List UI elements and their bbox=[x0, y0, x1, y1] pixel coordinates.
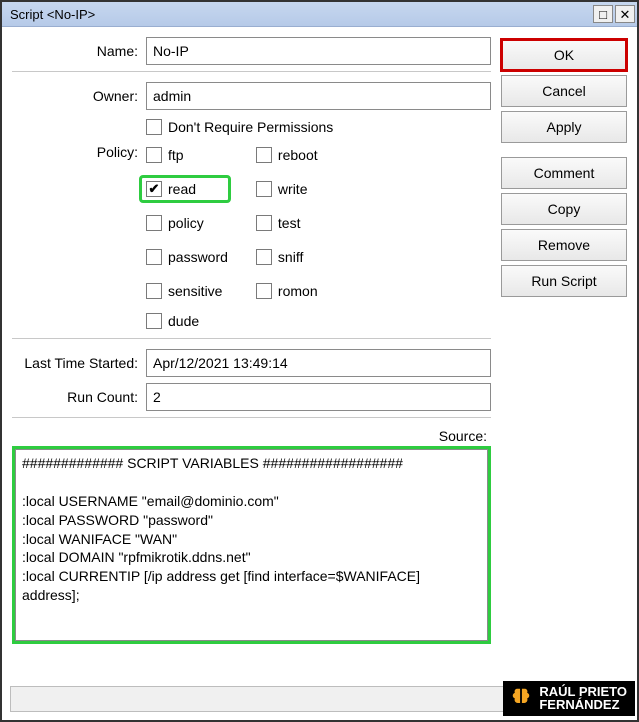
last-started-label: Last Time Started: bbox=[12, 355, 146, 371]
comment-button-label: Comment bbox=[534, 165, 595, 181]
owner-label: Owner: bbox=[12, 88, 146, 104]
remove-button-label: Remove bbox=[538, 237, 590, 253]
run-count-input bbox=[146, 383, 491, 411]
run-script-button-label: Run Script bbox=[531, 273, 596, 289]
source-highlight bbox=[12, 446, 491, 644]
button-gap bbox=[501, 147, 627, 153]
source-textarea[interactable] bbox=[15, 449, 488, 641]
checkbox-icon bbox=[256, 147, 272, 163]
run-count-label: Run Count: bbox=[12, 389, 146, 405]
checkbox-icon: ✔ bbox=[146, 181, 162, 197]
checkbox-icon bbox=[256, 283, 272, 299]
policy-label: Policy: bbox=[12, 144, 146, 302]
titlebar: Script <No-IP> □ ✕ bbox=[2, 2, 637, 27]
cancel-button[interactable]: Cancel bbox=[501, 75, 627, 107]
copy-button[interactable]: Copy bbox=[501, 193, 627, 225]
ok-button-label: OK bbox=[554, 47, 574, 63]
run-script-button[interactable]: Run Script bbox=[501, 265, 627, 297]
name-input[interactable] bbox=[146, 37, 491, 65]
brain-icon bbox=[509, 686, 533, 711]
policy-write-checkbox[interactable]: write bbox=[256, 178, 318, 200]
close-button[interactable]: ✕ bbox=[615, 5, 635, 23]
policy-policy-label: policy bbox=[168, 215, 204, 231]
policy-test-checkbox[interactable]: test bbox=[256, 212, 318, 234]
dont-require-permissions-checkbox[interactable]: Don't Require Permissions bbox=[146, 116, 333, 138]
divider bbox=[12, 71, 491, 72]
policy-sensitive-label: sensitive bbox=[168, 283, 222, 299]
dont-require-permissions-label: Don't Require Permissions bbox=[168, 119, 333, 135]
policy-policy-checkbox[interactable]: policy bbox=[146, 212, 228, 234]
policy-read-label: read bbox=[168, 181, 196, 197]
policy-romon-checkbox[interactable]: romon bbox=[256, 280, 318, 302]
copy-button-label: Copy bbox=[548, 201, 581, 217]
checkbox-icon bbox=[256, 215, 272, 231]
divider bbox=[12, 338, 491, 339]
policy-ftp-label: ftp bbox=[168, 147, 184, 163]
minimize-icon: □ bbox=[599, 8, 607, 21]
checkbox-icon bbox=[146, 283, 162, 299]
policy-write-label: write bbox=[278, 181, 308, 197]
policy-dude-label: dude bbox=[168, 313, 199, 329]
checkbox-icon bbox=[146, 147, 162, 163]
checkbox-icon bbox=[146, 215, 162, 231]
watermark-line1: RAÚL PRIETO bbox=[539, 685, 627, 699]
policy-reboot-checkbox[interactable]: reboot bbox=[256, 144, 318, 166]
policy-dude-checkbox[interactable]: dude bbox=[146, 310, 199, 332]
policy-romon-label: romon bbox=[278, 283, 318, 299]
policy-sniff-checkbox[interactable]: sniff bbox=[256, 246, 318, 268]
checkbox-icon bbox=[256, 181, 272, 197]
policy-reboot-label: reboot bbox=[278, 147, 318, 163]
checkbox-icon bbox=[146, 249, 162, 265]
comment-button[interactable]: Comment bbox=[501, 157, 627, 189]
policy-sensitive-checkbox[interactable]: sensitive bbox=[146, 280, 228, 302]
window-title: Script <No-IP> bbox=[10, 7, 95, 22]
policy-password-checkbox[interactable]: password bbox=[146, 246, 228, 268]
divider bbox=[12, 417, 491, 418]
apply-button-label: Apply bbox=[546, 119, 581, 135]
policy-read-checkbox[interactable]: ✔ read bbox=[142, 178, 228, 200]
policy-test-label: test bbox=[278, 215, 301, 231]
checkbox-icon bbox=[256, 249, 272, 265]
close-icon: ✕ bbox=[620, 8, 631, 21]
checkbox-icon bbox=[146, 313, 162, 329]
watermark-line2: FERNÁNDEZ bbox=[539, 698, 627, 712]
apply-button[interactable]: Apply bbox=[501, 111, 627, 143]
last-started-input bbox=[146, 349, 491, 377]
watermark-badge: RAÚL PRIETO FERNÁNDEZ bbox=[503, 681, 635, 716]
policy-ftp-checkbox[interactable]: ftp bbox=[146, 144, 228, 166]
policy-password-label: password bbox=[168, 249, 228, 265]
ok-button[interactable]: OK bbox=[501, 39, 627, 71]
cancel-button-label: Cancel bbox=[542, 83, 586, 99]
owner-input[interactable] bbox=[146, 82, 491, 110]
minimize-button[interactable]: □ bbox=[593, 5, 613, 23]
checkbox-icon bbox=[146, 119, 162, 135]
source-label: Source: bbox=[12, 428, 491, 444]
policy-sniff-label: sniff bbox=[278, 249, 303, 265]
name-label: Name: bbox=[12, 43, 146, 59]
remove-button[interactable]: Remove bbox=[501, 229, 627, 261]
